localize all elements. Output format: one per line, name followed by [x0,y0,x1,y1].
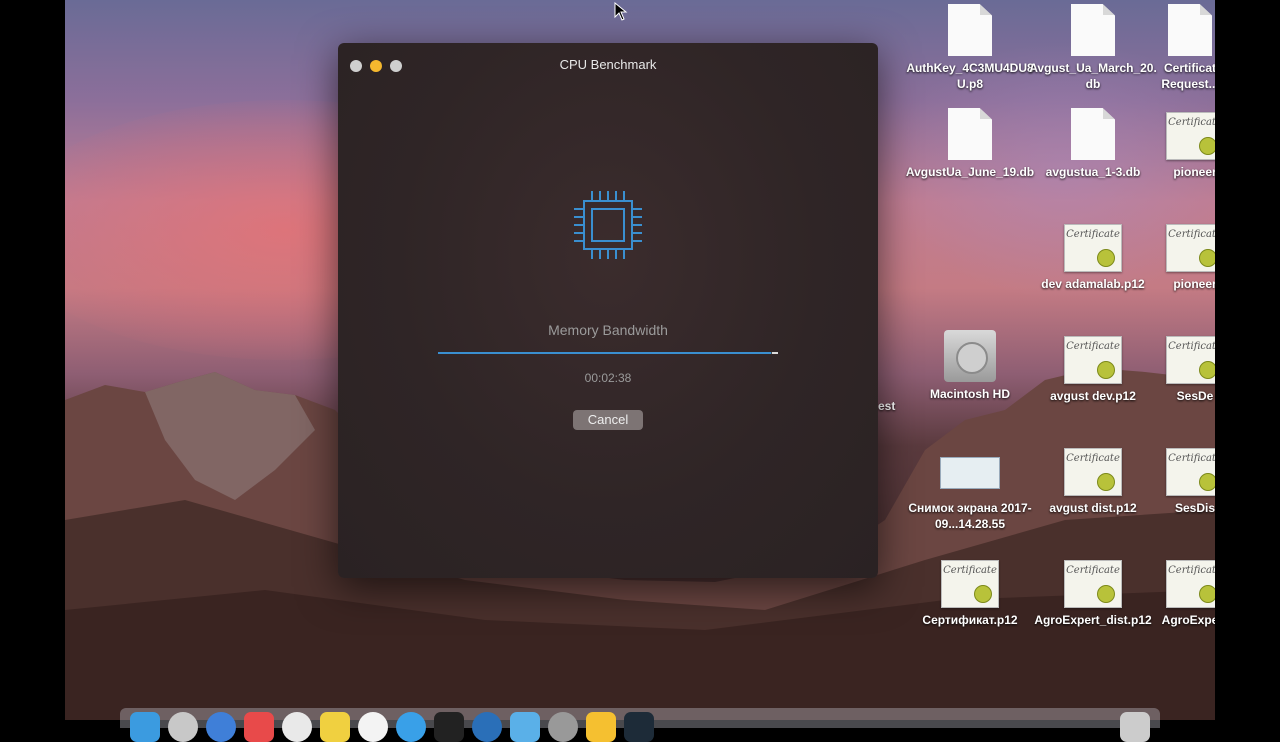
desktop-icon-sesdis[interactable]: Certificate SesDis [1160,448,1215,516]
cpu-benchmark-window: CPU Benchmark Memory Bandwidth 00:02:38 … [338,43,878,578]
seal-icon [1199,361,1215,379]
desktop-icon-sertifikat[interactable]: Certificate Сертификат.p12 [905,560,1035,628]
desktop-icon-avgust-dev[interactable]: Certificate avgust dev.p12 [1028,336,1158,404]
certificate-icon: Certificate [1064,448,1122,496]
desktop-icon-macintosh-hd[interactable]: Macintosh HD [905,330,1035,402]
chrome-icon[interactable] [282,712,312,742]
elapsed-time: 00:02:38 [584,371,632,385]
certificate-icon: Certificate [1064,224,1122,272]
seal-icon [1097,249,1115,267]
calendar-icon[interactable] [244,712,274,742]
safari-icon[interactable] [206,712,236,742]
desktop-icon-avgust-ua-march[interactable]: Avgust_Ua_March_20.db [1028,4,1158,92]
desktop-icon-sesde[interactable]: Certificate SesDe [1160,336,1215,404]
trash-icon[interactable] [1120,712,1150,742]
hard-drive-icon [944,330,996,382]
sketch-icon[interactable] [586,712,616,742]
seal-icon [1199,473,1215,491]
desktop-icon-agroexpert-dist[interactable]: Certificate AgroExpert_dist.p12 [1028,560,1158,628]
notes-icon[interactable] [320,712,350,742]
desktop-icon-avgust-dist[interactable]: Certificate avgust dist.p12 [1028,448,1158,516]
certificate-icon: Certificate [1166,560,1215,608]
certificate-icon: Certificate [941,560,999,608]
desktop-icon-avgustua-june[interactable]: AvgustUa_June_19.db [905,108,1035,180]
desktop-icon-dev-adamalab[interactable]: Certificate dev adamalab.p12 [1028,224,1158,292]
seal-icon [1199,137,1215,155]
document-icon [948,108,992,160]
desktop-icon-agroexpe[interactable]: Certificate AgroExpe 2 [1160,560,1215,628]
seal-icon [1199,249,1215,267]
photos-icon[interactable] [358,712,388,742]
launchpad-icon[interactable] [168,712,198,742]
activity-monitor-icon[interactable] [624,712,654,742]
finder-icon[interactable] [130,712,160,742]
certificate-icon: Certificate [1166,112,1215,160]
xcode-icon[interactable] [472,712,502,742]
system-preferences-icon[interactable] [548,712,578,742]
preview-icon[interactable] [510,712,540,742]
desktop-icon-avgustua-1-3[interactable]: avgustua_1-3.db [1028,108,1158,180]
progress-bar-end-marker [772,352,778,354]
cancel-button[interactable]: Cancel [573,410,643,430]
seal-icon [1097,473,1115,491]
certificate-icon: Certificate [1064,560,1122,608]
terminal-icon[interactable] [434,712,464,742]
document-icon [1071,4,1115,56]
certificate-icon: Certificate [1166,336,1215,384]
desktop-icon-partial-label: est [878,399,896,413]
mouse-cursor-icon [614,2,628,21]
document-icon [1071,108,1115,160]
seal-icon [1199,585,1215,603]
dock [120,708,1160,742]
seal-icon [1097,585,1115,603]
certificate-icon: Certificate [1166,224,1215,272]
benchmark-progress-bar [438,352,778,354]
progress-bar-fill [438,352,772,354]
seal-icon [1097,361,1115,379]
document-icon [1168,4,1212,56]
seal-icon [974,585,992,603]
desktop-icon-certificat-request[interactable]: Certificat Request... [1150,4,1215,92]
current-test-label: Memory Bandwidth [548,322,668,338]
document-icon [948,4,992,56]
window-title: CPU Benchmark [559,57,657,72]
desktop-icon-authkey[interactable]: AuthKey_4C3MU4DU8U.p8 [905,4,1035,92]
desktop-icon-pioneer-1[interactable]: Certificate pioneer [1160,112,1215,180]
desktop-icon-screenshot[interactable]: Снимок экрана 2017-09...14.28.55 [905,446,1035,532]
window-titlebar[interactable]: CPU Benchmark [338,43,878,87]
desktop-icon-pioneer-2[interactable]: Certificate pioneer [1160,224,1215,292]
app-store-icon[interactable] [396,712,426,742]
screenshot-thumbnail-icon [940,457,1000,489]
cpu-chip-icon [574,191,642,259]
certificate-icon: Certificate [1166,448,1215,496]
certificate-icon: Certificate [1064,336,1122,384]
